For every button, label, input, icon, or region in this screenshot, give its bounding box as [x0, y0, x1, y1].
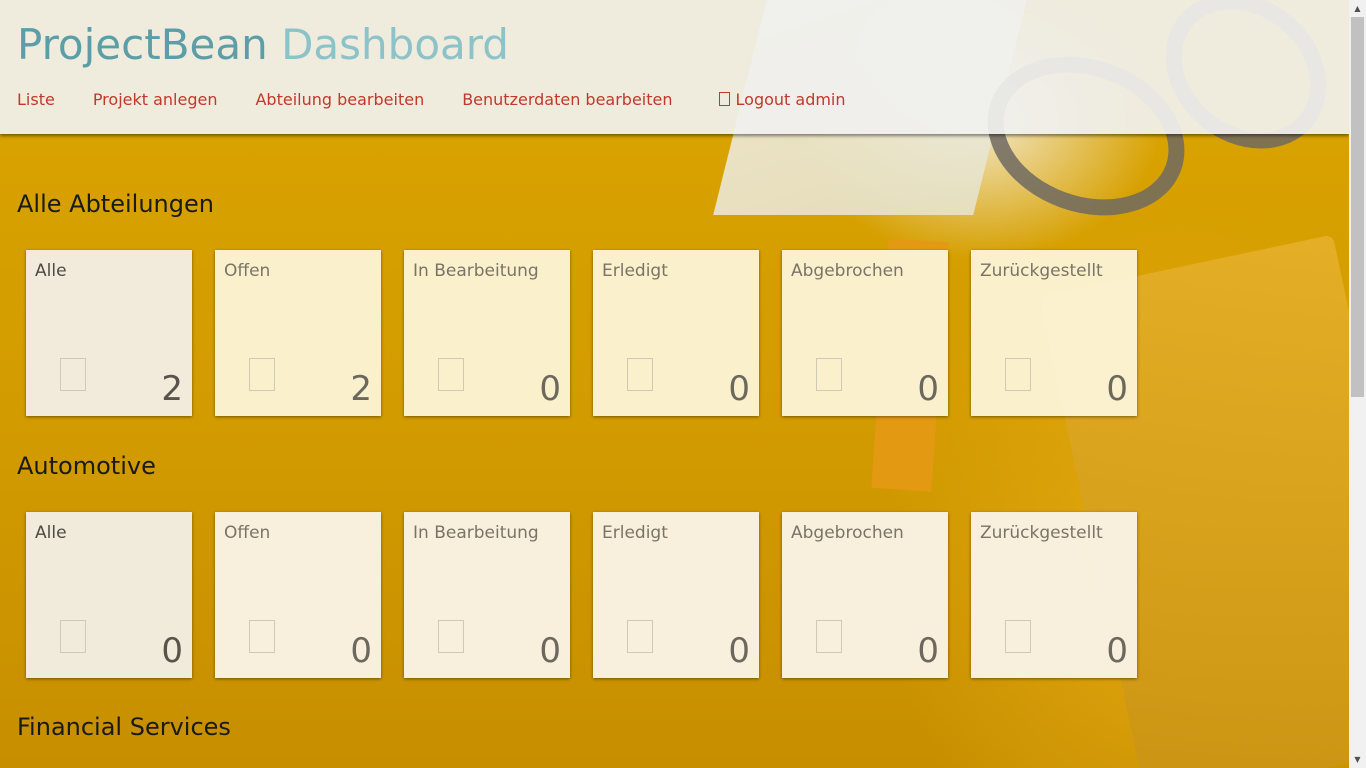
scroll-up-arrow-icon[interactable]: ▲ [1349, 0, 1366, 17]
card-label: Alle [35, 261, 67, 281]
status-icon [60, 358, 86, 391]
card-count: 0 [539, 369, 561, 409]
logout-label: Logout admin [735, 90, 846, 109]
card-count: 0 [917, 631, 939, 671]
status-card-offen[interactable]: Offen 2 [215, 250, 381, 416]
card-count: 0 [1106, 369, 1128, 409]
card-count: 2 [161, 369, 183, 409]
status-icon [438, 620, 464, 653]
card-count: 0 [917, 369, 939, 409]
card-count: 0 [1106, 631, 1128, 671]
status-card-erledigt[interactable]: Erledigt 0 [593, 512, 759, 678]
card-row-alle-abteilungen: Alle 2 Offen 2 In Bearbeitung 0 Erledigt… [26, 250, 1137, 416]
nav-link-projekt-anlegen[interactable]: Projekt anlegen [93, 90, 218, 109]
status-card-alle[interactable]: Alle 2 [26, 250, 192, 416]
card-row-automotive: Alle 0 Offen 0 In Bearbeitung 0 Erledigt… [26, 512, 1137, 678]
card-count: 0 [728, 631, 750, 671]
section-title-automotive: Automotive [17, 452, 156, 480]
card-label: In Bearbeitung [413, 523, 539, 543]
top-header: ProjectBean Dashboard Liste Projekt anle… [0, 0, 1349, 134]
status-card-in-bearbeitung[interactable]: In Bearbeitung 0 [404, 250, 570, 416]
nav-link-benutzerdaten-bearbeiten[interactable]: Benutzerdaten bearbeiten [462, 90, 672, 109]
scrollbar-thumb[interactable] [1351, 17, 1364, 397]
card-label: Erledigt [602, 261, 668, 281]
card-label: Zurückgestellt [980, 523, 1103, 543]
card-label: Abgebrochen [791, 261, 904, 281]
nav-link-liste[interactable]: Liste [17, 90, 55, 109]
card-label: In Bearbeitung [413, 261, 539, 281]
brand-primary: ProjectBean [17, 20, 268, 69]
card-count: 2 [350, 369, 372, 409]
section-title-financial-services: Financial Services [17, 713, 231, 741]
status-card-alle[interactable]: Alle 0 [26, 512, 192, 678]
status-icon [816, 358, 842, 391]
logout-icon [718, 92, 730, 106]
card-label: Erledigt [602, 523, 668, 543]
card-label: Alle [35, 523, 67, 543]
page-title: ProjectBean Dashboard [17, 20, 509, 69]
status-card-erledigt[interactable]: Erledigt 0 [593, 250, 759, 416]
status-icon [438, 358, 464, 391]
status-card-in-bearbeitung[interactable]: In Bearbeitung 0 [404, 512, 570, 678]
logout-link[interactable]: Logout admin [711, 90, 846, 109]
status-card-offen[interactable]: Offen 0 [215, 512, 381, 678]
main-nav: Liste Projekt anlegen Abteilung bearbeit… [17, 90, 884, 109]
status-icon [249, 358, 275, 391]
card-label: Offen [224, 261, 271, 281]
status-icon [816, 620, 842, 653]
nav-link-abteilung-bearbeiten[interactable]: Abteilung bearbeiten [255, 90, 424, 109]
section-title-alle-abteilungen: Alle Abteilungen [17, 190, 214, 218]
card-count: 0 [728, 369, 750, 409]
status-icon [627, 358, 653, 391]
status-card-abgebrochen[interactable]: Abgebrochen 0 [782, 512, 948, 678]
status-card-abgebrochen[interactable]: Abgebrochen 0 [782, 250, 948, 416]
card-count: 0 [350, 631, 372, 671]
status-icon [249, 620, 275, 653]
scroll-down-arrow-icon[interactable]: ▼ [1349, 751, 1366, 768]
brand-secondary: Dashboard [281, 20, 509, 69]
status-icon [60, 620, 86, 653]
status-icon [627, 620, 653, 653]
card-count: 0 [539, 631, 561, 671]
card-label: Abgebrochen [791, 523, 904, 543]
status-card-zurueckgestellt[interactable]: Zurückgestellt 0 [971, 250, 1137, 416]
card-count: 0 [161, 631, 183, 671]
status-icon [1005, 358, 1031, 391]
card-label: Zurückgestellt [980, 261, 1103, 281]
card-label: Offen [224, 523, 271, 543]
status-icon [1005, 620, 1031, 653]
status-card-zurueckgestellt[interactable]: Zurückgestellt 0 [971, 512, 1137, 678]
vertical-scrollbar[interactable]: ▲ ▼ [1349, 0, 1366, 768]
